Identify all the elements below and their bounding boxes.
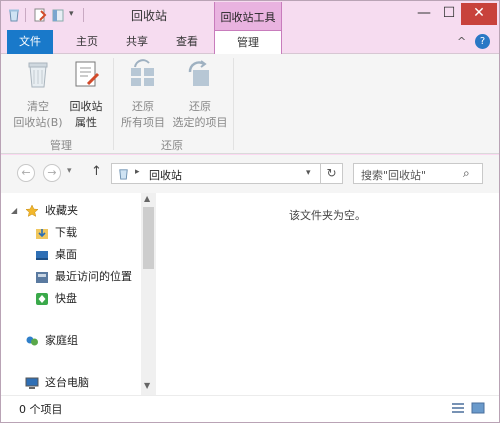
search-icon[interactable]: ⌕ bbox=[463, 166, 470, 181]
large-icons-view-icon[interactable] bbox=[471, 402, 485, 414]
scroll-down-arrow[interactable]: ▼ bbox=[144, 381, 150, 390]
ribbon-tab-row: 文件 主页 共享 查看 管理 ^ ? bbox=[1, 30, 499, 55]
properties-label-1: 回收站 bbox=[69, 100, 103, 113]
qat-dropdown[interactable]: ▾ bbox=[69, 9, 74, 19]
ribbon: 清空 回收站(B) 回收站 属性 管理 还原 所有项目 还原 选定的项目 还原 bbox=[1, 54, 499, 154]
restore-selected-label-1: 还原 bbox=[189, 100, 211, 113]
tab-home[interactable]: 主页 bbox=[67, 30, 107, 54]
restore-selected-label-2: 选定的项目 bbox=[172, 116, 228, 129]
back-button[interactable]: ← bbox=[17, 164, 35, 182]
close-button[interactable]: ✕ bbox=[461, 3, 497, 25]
empty-recycle-bin-label-2: 回收站(B) bbox=[13, 116, 63, 129]
empty-folder-message: 该文件夹为空。 bbox=[289, 209, 366, 222]
qat-divider bbox=[25, 8, 26, 22]
star-icon bbox=[25, 204, 39, 217]
breadcrumb-recycle-bin[interactable]: 回收站 bbox=[149, 167, 182, 183]
scroll-up-arrow[interactable]: ▲ bbox=[144, 194, 150, 203]
address-bar[interactable]: ▸ 回收站 ▾ bbox=[111, 163, 321, 184]
nav-favorites[interactable]: ◢ 收藏夹 bbox=[11, 201, 139, 221]
window-title: 回收站 bbox=[131, 9, 168, 23]
empty-recycle-bin-label-1: 清空 bbox=[27, 100, 49, 113]
nav-favorites-label: 收藏夹 bbox=[45, 204, 78, 217]
nav-item-label: 下载 bbox=[55, 226, 77, 239]
nav-item-kuaipan[interactable]: 快盘 bbox=[31, 289, 139, 309]
recent-places-icon bbox=[36, 272, 48, 283]
computer-icon bbox=[25, 377, 39, 389]
recent-locations-dropdown[interactable]: ▾ bbox=[67, 166, 72, 176]
tab-share[interactable]: 共享 bbox=[117, 30, 157, 54]
context-tab-group-label: 回收站工具 bbox=[214, 2, 282, 31]
properties-icon bbox=[75, 61, 100, 87]
restore-all-label-2: 所有项目 bbox=[121, 116, 165, 129]
minimize-button[interactable]: — bbox=[411, 3, 437, 25]
restore-all-icon bbox=[131, 59, 154, 86]
recycle-bin-location-icon bbox=[119, 169, 128, 180]
nav-item-label: 最近访问的位置 bbox=[55, 270, 132, 283]
homegroup-icon bbox=[26, 336, 38, 346]
help-icon[interactable]: ? bbox=[475, 34, 490, 49]
up-button[interactable]: ↑ bbox=[91, 164, 102, 179]
address-dropdown[interactable]: ▾ bbox=[306, 168, 311, 178]
search-box[interactable]: 搜索"回收站" ⌕ bbox=[353, 163, 483, 184]
desktop-icon bbox=[36, 251, 48, 260]
group-label-manage: 管理 bbox=[50, 139, 72, 152]
nav-scrollbar[interactable]: ▲ ▼ bbox=[141, 193, 156, 395]
empty-recycle-bin-button[interactable]: 清空 回收站(B) bbox=[13, 58, 63, 131]
breadcrumb-separator: ▸ bbox=[135, 167, 140, 177]
tab-file[interactable]: 文件 bbox=[7, 30, 53, 54]
nav-item-desktop[interactable]: 桌面 bbox=[31, 245, 139, 265]
restore-all-label-1: 还原 bbox=[132, 100, 154, 113]
search-placeholder: 搜索"回收站" bbox=[361, 169, 427, 182]
recycle-bin-small-icon[interactable] bbox=[7, 8, 21, 22]
download-folder-icon bbox=[36, 229, 48, 239]
recycle-bin-icon bbox=[28, 62, 48, 88]
tab-view[interactable]: 查看 bbox=[167, 30, 207, 54]
qat-divider-2 bbox=[83, 8, 84, 22]
forward-button[interactable]: → bbox=[43, 164, 61, 182]
group-separator-2 bbox=[233, 58, 234, 150]
recycle-bin-properties-button[interactable]: 回收站 属性 bbox=[63, 58, 109, 131]
group-separator bbox=[113, 58, 114, 150]
new-folder-small-icon[interactable] bbox=[51, 8, 65, 22]
nav-item-recent-places[interactable]: 最近访问的位置 bbox=[31, 267, 139, 287]
navigation-pane: ◢ 收藏夹 下载 桌面 最近访问的位置 快盘 家庭组 这台电脑 ▲ ▼ bbox=[1, 193, 156, 395]
properties-label-2: 属性 bbox=[75, 116, 97, 129]
file-list-area[interactable]: 该文件夹为空。 bbox=[156, 193, 499, 395]
group-label-restore: 还原 bbox=[161, 139, 183, 152]
refresh-button[interactable]: ↻ bbox=[321, 163, 343, 184]
properties-small-icon[interactable] bbox=[33, 8, 47, 22]
nav-homegroup-label: 家庭组 bbox=[45, 334, 78, 347]
status-bar: 0 个项目 bbox=[1, 395, 499, 422]
nav-item-label: 快盘 bbox=[55, 292, 77, 305]
restore-all-button[interactable]: 还原 所有项目 bbox=[115, 58, 171, 131]
item-count: 0 个项目 bbox=[19, 403, 63, 416]
nav-item-label: 桌面 bbox=[55, 248, 77, 261]
maximize-button[interactable]: ☐ bbox=[437, 3, 461, 25]
restore-selected-button[interactable]: 还原 选定的项目 bbox=[171, 58, 229, 131]
nav-homegroup[interactable]: 家庭组 bbox=[25, 331, 139, 351]
restore-selected-icon bbox=[188, 60, 209, 86]
nav-this-pc[interactable]: 这台电脑 bbox=[25, 373, 139, 393]
tab-manage[interactable]: 管理 bbox=[214, 30, 282, 55]
details-view-icon[interactable] bbox=[451, 402, 465, 414]
nav-this-pc-label: 这台电脑 bbox=[45, 376, 89, 389]
scrollbar-thumb[interactable] bbox=[143, 207, 154, 269]
expand-arrow-icon[interactable]: ◢ bbox=[11, 201, 17, 221]
nav-item-downloads[interactable]: 下载 bbox=[31, 223, 139, 243]
title-bar: ▾ 回收站 回收站工具 — ☐ ✕ bbox=[1, 1, 499, 31]
navigation-bar: ← → ▾ ↑ ▸ 回收站 ▾ ↻ 搜索"回收站" ⌕ bbox=[1, 155, 499, 193]
kuaipan-icon bbox=[36, 293, 48, 305]
ribbon-collapse-button[interactable]: ^ bbox=[457, 35, 466, 48]
